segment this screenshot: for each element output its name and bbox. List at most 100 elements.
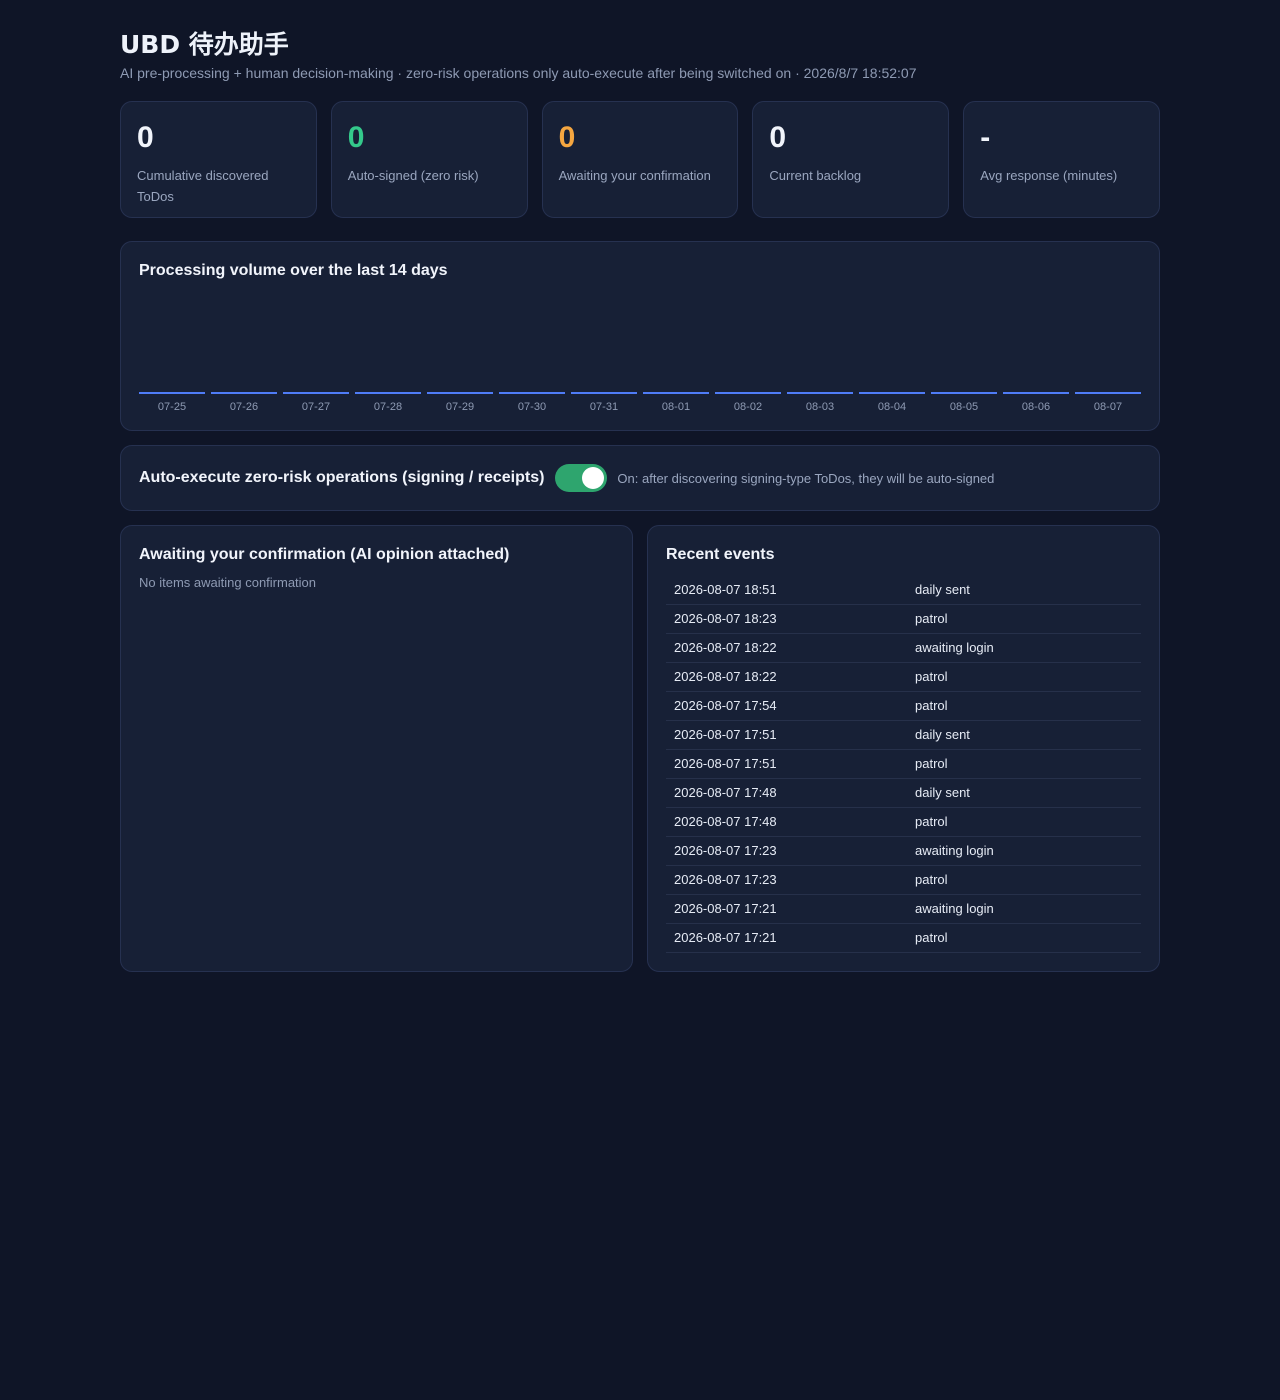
chart-tick-label: 08-05 (950, 401, 978, 413)
event-type: patrol (907, 865, 1141, 895)
chart-bar-08-07 (1075, 392, 1141, 394)
event-type: patrol (907, 691, 1141, 721)
stat-card-discovered: 0 Cumulative discovered ToDos (120, 101, 317, 218)
chart-tick-label: 08-07 (1094, 401, 1122, 413)
page-subtitle: AI pre-processing + human decision-makin… (120, 65, 917, 81)
chart-tick-label: 07-25 (158, 401, 186, 413)
stat-value: 0 (137, 121, 154, 154)
table-row: 2026-08-07 18:51 daily sent (666, 575, 1141, 605)
volume-chart-card: Processing volume over the last 14 days … (120, 241, 1160, 431)
event-type: awaiting login (907, 894, 1141, 924)
page-title: UBD 待办助手 (120, 30, 289, 59)
chart-tick-label: 07-27 (302, 401, 330, 413)
auto-execute-label: Auto-execute zero-risk operations (signi… (139, 469, 545, 486)
stat-value: - (980, 121, 991, 154)
stat-label: Auto-signed (zero risk) (347, 168, 479, 183)
volume-chart: 07-25 07-26 07-27 07-28 07-29 07-30 07-31 08-01… (139, 282, 1141, 432)
table-row: 2026-08-07 17:48 daily sent (666, 778, 1141, 808)
event-type: patrol (907, 662, 1141, 692)
events-title: Recent events (666, 546, 775, 563)
table-row: 2026-08-07 18:22 awaiting login (666, 633, 1141, 663)
chart-bar-07-30 (499, 392, 565, 394)
stats-row: 0 Cumulative discovered ToDos 0 Auto-sig… (120, 101, 1160, 218)
event-time: 2026-08-07 17:23 (666, 865, 907, 895)
stat-label: Current backlog (769, 168, 862, 183)
stat-value: 0 (769, 121, 787, 154)
chart-tick-label: 08-01 (662, 401, 690, 413)
auto-execute-hint: On: after discovering signing-type ToDos… (617, 470, 995, 486)
stat-value: 0 (347, 121, 365, 154)
stat-card-awaiting: 0 Awaiting your confirmation (541, 101, 739, 218)
chart-tick-label: 07-29 (446, 401, 474, 413)
chart-title: Processing volume over the last 14 days (139, 262, 448, 279)
table-row: 2026-08-07 17:21 patrol (666, 923, 1141, 953)
event-type: patrol (907, 807, 1141, 837)
table-row: 2026-08-07 17:48 patrol (666, 807, 1141, 837)
event-time: 2026-08-07 17:48 (666, 807, 907, 837)
table-row: 2026-08-07 17:23 patrol (666, 865, 1141, 895)
chart-bar-08-05 (931, 392, 997, 394)
chart-tick-label: 08-06 (1022, 401, 1050, 413)
chart-tick-label: 08-02 (734, 401, 762, 413)
stat-card-avg-response: - Avg response (minutes) (963, 101, 1160, 218)
event-time: 2026-08-07 17:51 (666, 749, 907, 779)
events-table: 2026-08-07 18:51 daily sent 2026-08-07 18… (666, 575, 1141, 953)
stat-card-auto-signed: 0 Auto-signed (zero risk) (330, 101, 528, 218)
bottom-panels: Awaiting your confirmation (AI opinion a… (120, 525, 1160, 972)
chart-bar-08-02 (715, 392, 781, 394)
event-time: 2026-08-07 18:51 (666, 575, 907, 605)
chart-tick-label: 07-30 (518, 401, 546, 413)
event-type: daily sent (907, 778, 1141, 808)
event-time: 2026-08-07 17:21 (666, 894, 907, 924)
chart-tick-label: 07-26 (230, 401, 258, 413)
event-type: daily sent (907, 575, 1141, 605)
event-time: 2026-08-07 17:23 (666, 836, 907, 866)
event-time: 2026-08-07 18:22 (666, 633, 907, 663)
event-time: 2026-08-07 18:23 (666, 604, 907, 634)
event-time: 2026-08-07 17:51 (666, 720, 907, 750)
table-row: 2026-08-07 17:51 daily sent (666, 720, 1141, 750)
event-type: daily sent (907, 720, 1141, 750)
empty-state: No items awaiting confirmation (139, 575, 317, 590)
table-row: 2026-08-07 17:51 patrol (666, 749, 1141, 779)
event-time: 2026-08-07 17:54 (666, 691, 907, 721)
chart-bar-07-28 (355, 392, 421, 394)
table-row: 2026-08-07 17:54 patrol (666, 691, 1141, 721)
stat-label: Avg response (minutes) (980, 168, 1118, 183)
confirmation-title: Awaiting your confirmation (AI opinion a… (139, 546, 510, 563)
event-type: patrol (907, 749, 1141, 779)
chart-svg: 07-25 07-26 07-27 07-28 07-29 07-30 07-31 08-01… (139, 392, 1141, 413)
table-row: 2026-08-07 18:22 patrol (666, 662, 1141, 692)
event-type: awaiting login (907, 836, 1141, 866)
table-row: 2026-08-07 17:23 awaiting login (666, 836, 1141, 866)
chart-bar-07-27 (283, 392, 349, 394)
events-panel: Recent events 2026-08-07 18:51 daily sent… (647, 525, 1160, 972)
table-row: 2026-08-07 18:23 patrol (666, 604, 1141, 634)
chart-bar-07-25 (139, 392, 205, 394)
event-type: awaiting login (907, 633, 1141, 663)
stat-label: Cumulative discovered ToDos (137, 168, 269, 204)
chart-bar-08-04 (859, 392, 925, 394)
chart-tick-label: 07-31 (590, 401, 618, 413)
stat-value: 0 (558, 121, 576, 154)
chart-tick-label: 08-03 (806, 401, 834, 413)
toggle-knob (582, 467, 605, 489)
chart-tick-label: 08-04 (878, 401, 906, 413)
stat-card-backlog: 0 Current backlog (752, 101, 950, 218)
chart-bar-07-29 (427, 392, 493, 394)
event-time: 2026-08-07 18:22 (666, 662, 907, 692)
event-type: patrol (907, 923, 1141, 953)
chart-bar-07-26 (211, 392, 277, 394)
event-time: 2026-08-07 17:21 (666, 923, 907, 953)
dashboard: UBD 待办助手 AI pre-processing + human decis… (120, 0, 1160, 972)
auto-execute-toggle[interactable] (555, 464, 608, 492)
table-row: 2026-08-07 17:21 awaiting login (666, 894, 1141, 924)
chart-bar-07-31 (571, 392, 637, 394)
event-time: 2026-08-07 17:48 (666, 778, 907, 808)
stat-label: Awaiting your confirmation (558, 168, 711, 183)
chart-bar-08-06 (1003, 392, 1069, 394)
chart-bar-08-03 (787, 392, 853, 394)
auto-execute-card: Auto-execute zero-risk operations (signi… (120, 445, 1160, 511)
chart-tick-label: 07-28 (374, 401, 402, 413)
event-type: patrol (907, 604, 1141, 634)
